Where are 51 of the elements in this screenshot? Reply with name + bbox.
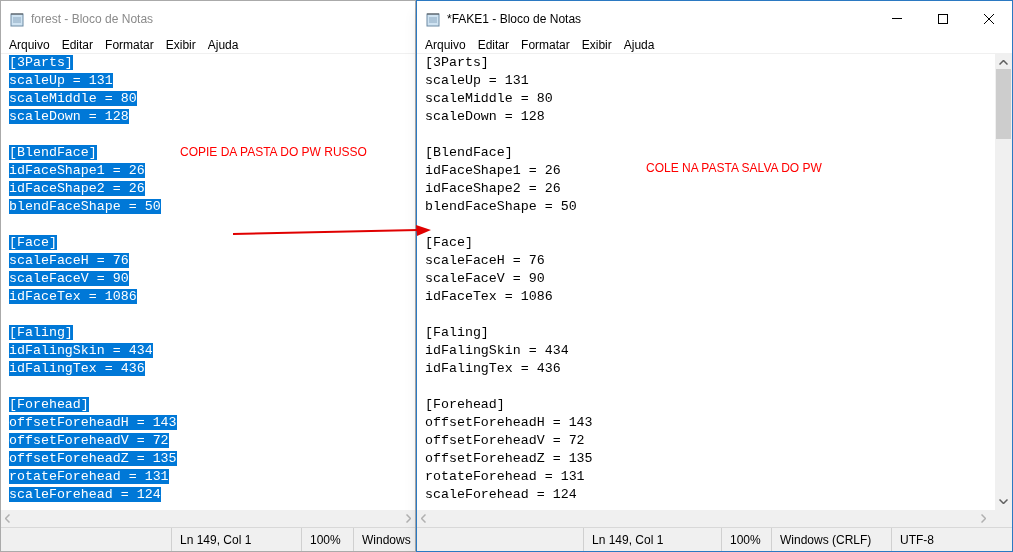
status-text: Windows (CRLF) [780, 531, 872, 549]
text-line: scaleDown = 128 [425, 109, 545, 124]
menu-item[interactable]: Ajuda [201, 35, 245, 54]
text-line: idFalingTex = 436 [425, 361, 561, 376]
text-line: offsetForeheadZ = 135 [425, 451, 593, 466]
text-line: [BlendFace] [425, 145, 513, 160]
window-title: *FAKE1 - Bloco de Notas [447, 10, 582, 28]
menu-item[interactable]: Editar [471, 35, 516, 54]
text-line: idFaceTex = 1086 [425, 289, 553, 304]
status-text: 100% [310, 531, 341, 549]
text-line: blendFaceShape = 50 [425, 199, 577, 214]
text-line: rotateForehead = 131 [425, 469, 585, 484]
close-icon [984, 13, 994, 24]
text-line: scaleFaceH = 76 [425, 253, 545, 268]
menu-item[interactable]: Formatar [99, 35, 160, 54]
notepad-icon [425, 10, 441, 27]
text-line: [Forehead] [425, 397, 505, 412]
window-title: forest - Bloco de Notas [31, 10, 154, 28]
status-text: Ln 149, Col 1 [592, 531, 664, 549]
annotation-text: COLE NA PASTA SALVA DO PW [646, 160, 822, 177]
vertical-scrollbar[interactable] [995, 54, 1012, 510]
menu-item[interactable]: Editar [55, 35, 100, 54]
menu-item[interactable]: Exibir [159, 35, 202, 54]
text-line: offsetForeheadH = 143 [425, 415, 593, 430]
text-line: scaleForehead = 124 [425, 487, 577, 502]
notepad-icon [9, 10, 25, 27]
text-line: idFaceShape1 = 26 [425, 163, 561, 178]
menu-item[interactable]: Ajuda [617, 35, 661, 54]
text-line: [Faling] [425, 325, 489, 340]
scrollbar-thumb[interactable] [996, 69, 1011, 139]
menu-item[interactable]: Arquivo [419, 35, 472, 54]
text-line: offsetForeheadV = 72 [425, 433, 585, 448]
menu-item[interactable]: Exibir [575, 35, 618, 54]
text-line: [3Parts] [425, 55, 489, 70]
status-text: Windows [362, 531, 411, 549]
text-line: idFalingSkin = 434 [425, 343, 569, 358]
text-line: idFaceShape2 = 26 [425, 181, 561, 196]
menu-item[interactable]: Arquivo [3, 35, 56, 54]
text-line: scaleFaceV = 90 [425, 271, 545, 286]
status-text: 100% [730, 531, 761, 549]
minimize-icon [892, 18, 902, 19]
status-text: UTF-8 [900, 531, 934, 549]
menu-item[interactable]: Formatar [515, 35, 576, 54]
text-line: scaleMiddle = 80 [425, 91, 553, 106]
maximize-icon [938, 13, 948, 24]
text-line: scaleUp = 131 [425, 73, 529, 88]
horizontal-scrollbar[interactable] [1, 510, 415, 527]
text-line: [Face] [425, 235, 473, 250]
annotation-text: COPIE DA PASTA DO PW RUSSO [180, 144, 367, 161]
status-text: Ln 149, Col 1 [180, 531, 252, 549]
horizontal-scrollbar[interactable] [417, 510, 1012, 527]
